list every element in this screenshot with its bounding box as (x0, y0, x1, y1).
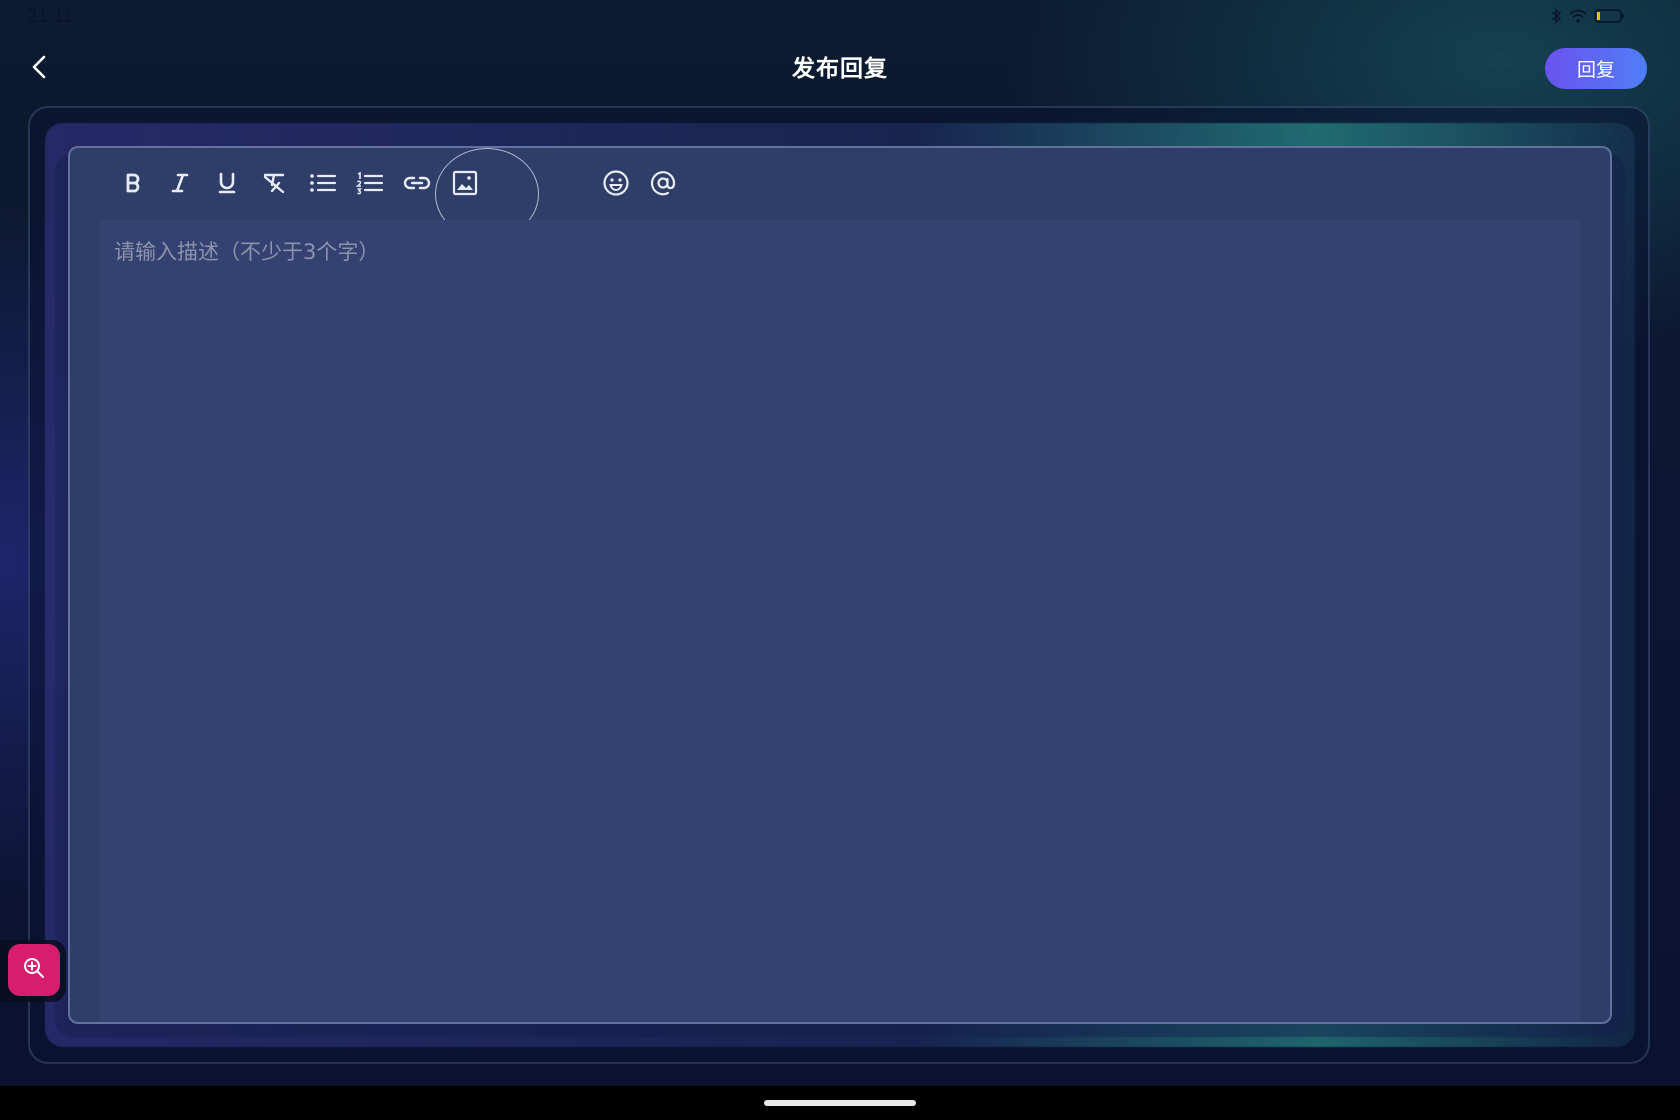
emoji-button[interactable] (597, 164, 635, 202)
numbered-list-icon (356, 171, 384, 195)
link-button[interactable] (398, 164, 436, 202)
zoom-button[interactable] (8, 944, 60, 996)
reply-button[interactable]: 回复 (1545, 48, 1647, 89)
bullet-list-button[interactable] (304, 164, 342, 202)
smiley-icon (602, 169, 630, 197)
image-button[interactable] (446, 164, 484, 202)
home-indicator[interactable] (764, 1100, 916, 1106)
rich-text-editor: 请输入描述（不少于3个字） (68, 146, 1612, 1024)
bluetooth-icon (1550, 8, 1562, 24)
page-title: 发布回复 (792, 56, 888, 82)
at-sign-icon (649, 169, 677, 197)
italic-button[interactable] (161, 164, 199, 202)
status-time: 21:11 (27, 6, 74, 27)
description-placeholder: 请输入描述（不少于3个字） (114, 240, 380, 264)
bold-button[interactable] (114, 164, 152, 202)
image-icon (452, 170, 478, 196)
bullet-list-icon (309, 171, 337, 195)
battery-icon (1594, 8, 1626, 24)
clear-format-button[interactable] (255, 164, 293, 202)
bold-icon (121, 171, 145, 195)
link-icon (402, 171, 432, 195)
italic-icon (168, 171, 192, 195)
editor-toolbar (70, 148, 1610, 240)
zoom-in-icon (22, 956, 46, 984)
wifi-icon (1568, 9, 1588, 24)
underline-icon (215, 171, 239, 195)
underline-button[interactable] (208, 164, 246, 202)
mention-button[interactable] (644, 164, 682, 202)
numbered-list-button[interactable] (351, 164, 389, 202)
clear-format-icon (261, 171, 287, 195)
description-input[interactable]: 请输入描述（不少于3个字） (100, 220, 1580, 1022)
status-bar: 21:11 (0, 0, 1680, 36)
status-icons (1550, 8, 1626, 24)
